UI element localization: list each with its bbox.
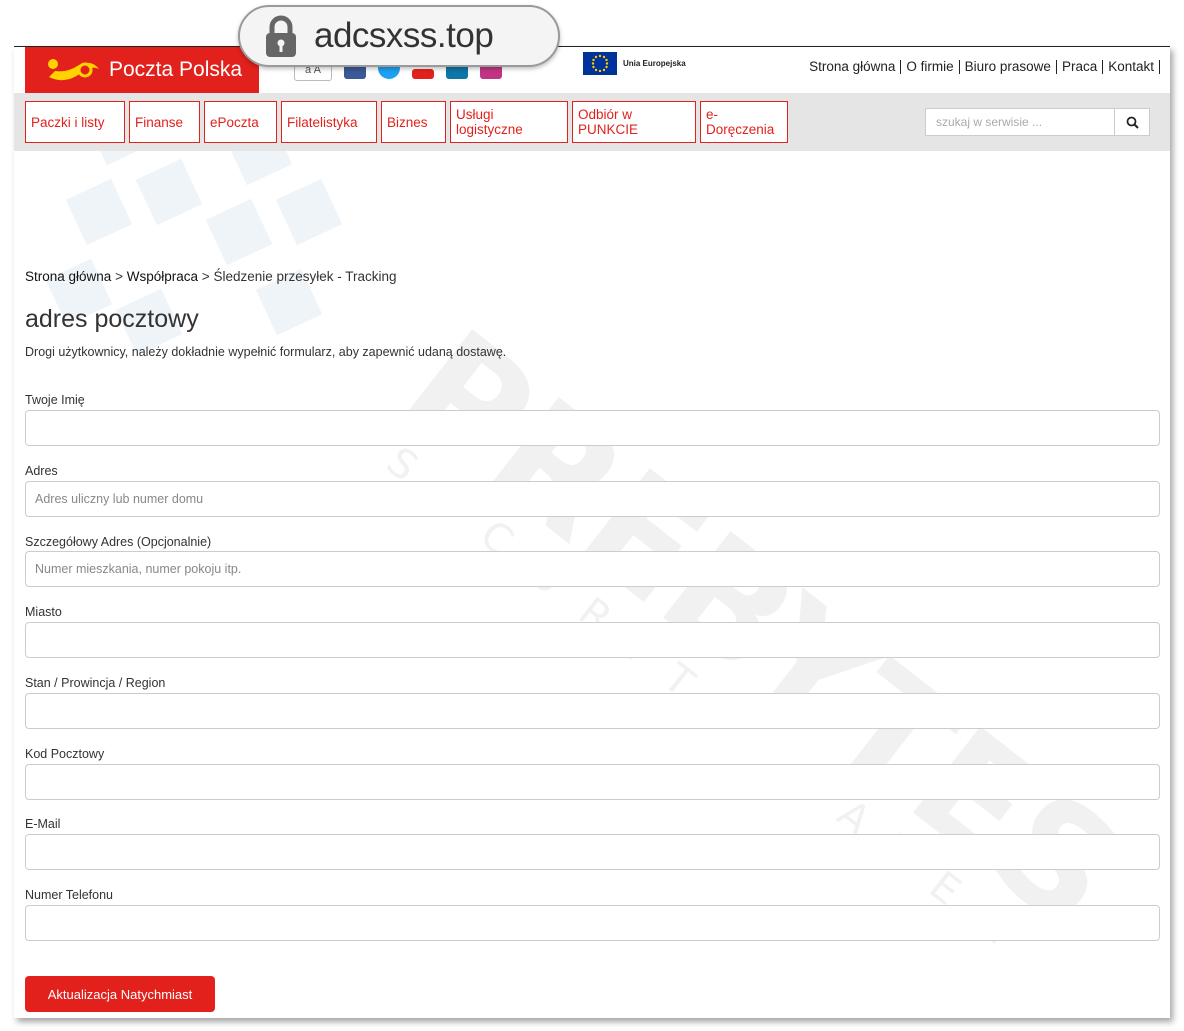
- city-label: Miasto: [25, 605, 62, 619]
- lock-icon: [266, 15, 296, 57]
- top-link-jobs[interactable]: Praca: [1057, 60, 1104, 74]
- breadcrumb-home[interactable]: Strona główna: [25, 269, 111, 284]
- search-input[interactable]: [925, 108, 1115, 136]
- eu-badge[interactable]: Unia Europejska: [583, 52, 686, 75]
- top-link-about[interactable]: O firmie: [901, 60, 960, 74]
- postal-horn-icon: [48, 59, 99, 81]
- address-input[interactable]: [25, 481, 1160, 517]
- phone-label: Numer Telefonu: [25, 888, 114, 902]
- top-link-contact[interactable]: Kontakt: [1103, 60, 1160, 74]
- region-input[interactable]: [25, 693, 1160, 729]
- name-label: Twoje Imię: [25, 393, 85, 407]
- nav-item-parcels[interactable]: Paczki i listy: [25, 101, 125, 143]
- eu-flag-icon: [583, 52, 617, 75]
- nav-item-finance[interactable]: Finanse: [129, 101, 200, 143]
- email-label: E-Mail: [25, 817, 61, 831]
- url-bar: adcsxss.top: [238, 5, 560, 67]
- search-button[interactable]: [1115, 108, 1150, 136]
- city-input[interactable]: [25, 622, 1160, 658]
- url-domain: adcsxss.top: [314, 16, 494, 55]
- submit-button[interactable]: Aktualizacja Natychmiast: [25, 976, 215, 1012]
- nav-item-philately[interactable]: Filatelistyka: [281, 101, 377, 143]
- blog-icon[interactable]: [412, 69, 434, 79]
- nav-item-edelivery[interactable]: e-Doręczenia: [700, 101, 788, 143]
- site-search: [925, 108, 1150, 136]
- breadcrumb-section[interactable]: Współpraca: [127, 269, 198, 284]
- eu-label: Unia Europejska: [623, 59, 686, 68]
- nav-item-business[interactable]: Biznes: [381, 101, 446, 143]
- top-nav: Strona główna O firmie Biuro prasowe Pra…: [804, 60, 1160, 74]
- address-detail-input[interactable]: [25, 551, 1160, 587]
- address-detail-label: Szczegółowy Adres (Opcjonalnie): [25, 535, 212, 549]
- postal-code-label: Kod Pocztowy: [25, 747, 105, 761]
- watermark: PREBYTES SECURITY LAYER: [45, 78, 1153, 974]
- search-icon: [1126, 116, 1139, 129]
- nav-item-logistics[interactable]: Usługi logistyczne: [450, 101, 568, 143]
- top-link-press[interactable]: Biuro prasowe: [960, 60, 1057, 74]
- page-title: adres pocztowy: [25, 305, 199, 333]
- breadcrumb-separator: >: [201, 269, 210, 284]
- intro-text: Drogi użytkownicy, należy dokładnie wype…: [25, 345, 507, 359]
- browser-page: PREBYTES SECURITY LAYER Poczta Polska a …: [14, 46, 1170, 1018]
- phone-input[interactable]: [25, 905, 1160, 941]
- email-input[interactable]: [25, 834, 1160, 870]
- top-link-home[interactable]: Strona główna: [804, 60, 902, 74]
- main-nav: Paczki i listy Finanse ePoczta Filatelis…: [14, 93, 1170, 151]
- logo-text: Poczta Polska: [109, 58, 243, 81]
- breadcrumb-current: Śledzenie przesyłek - Tracking: [213, 269, 397, 284]
- site-header: Poczta Polska a A Unia Europejska Strona…: [14, 47, 1170, 93]
- address-label: Adres: [25, 464, 58, 478]
- nav-item-epoczta[interactable]: ePoczta: [204, 101, 277, 143]
- breadcrumb: Strona główna > Współpraca > Śledzenie p…: [25, 269, 397, 284]
- nav-item-pickup[interactable]: Odbiór w PUNKCIE: [572, 101, 696, 143]
- breadcrumb-separator: >: [115, 269, 123, 284]
- poczta-polska-logo[interactable]: Poczta Polska: [25, 47, 259, 93]
- region-label: Stan / Prowincja / Region: [25, 676, 166, 690]
- postal-code-input[interactable]: [25, 764, 1160, 800]
- name-input[interactable]: [25, 410, 1160, 446]
